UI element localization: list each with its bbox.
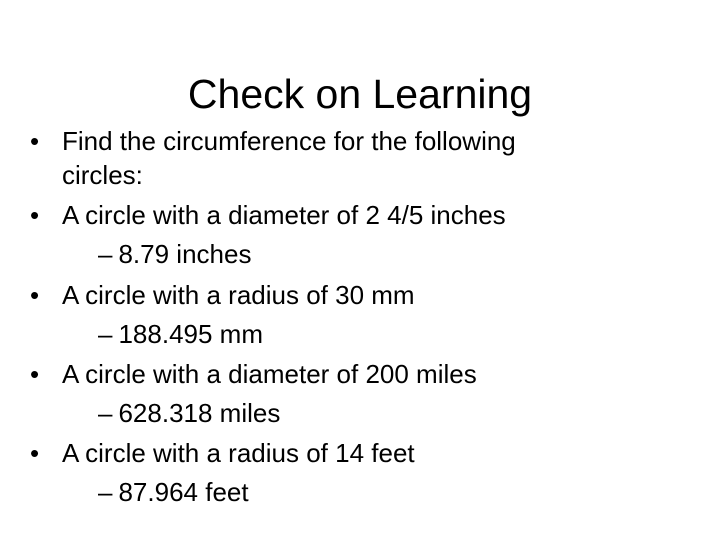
slide-body: • Find the circumference for the followi… [0, 0, 720, 540]
sub-bullet-answer-4: –87.964 feet [98, 476, 249, 508]
dash-icon: – [98, 477, 113, 507]
slide: Check on Learning • Find the circumferen… [0, 0, 720, 540]
bullet-text-question-2: A circle with a radius of 30 mm [62, 280, 415, 310]
bullet-icon: • [30, 359, 40, 389]
dash-icon: – [98, 398, 113, 428]
bullet-text-question-1: A circle with a diameter of 2 4/5 inches [62, 200, 506, 230]
sub-bullet-answer-1: –8.79 inches [98, 238, 251, 270]
sub-bullet-answer-3: –628.318 miles [98, 397, 280, 429]
bullet-icon: • [30, 200, 40, 230]
bullet-text-question-3: A circle with a diameter of 200 miles [62, 359, 477, 389]
bullet-icon: • [30, 438, 40, 468]
dash-icon: – [98, 239, 113, 269]
bullet-text-intro: Find the circumference for the following [62, 126, 516, 156]
sub-bullet-answer-2: –188.495 mm [98, 318, 263, 350]
bullet-text-intro-cont: circles: [62, 160, 143, 190]
answer-text-4: 87.964 feet [118, 477, 249, 507]
answer-text-1: 8.79 inches [118, 239, 252, 269]
dash-icon: – [98, 319, 113, 349]
answer-text-2: 188.495 mm [118, 319, 263, 349]
bullet-text-question-4: A circle with a radius of 14 feet [62, 438, 415, 468]
bullet-icon: • [30, 280, 40, 310]
bullet-icon: • [30, 126, 40, 156]
answer-text-3: 628.318 miles [118, 398, 281, 428]
